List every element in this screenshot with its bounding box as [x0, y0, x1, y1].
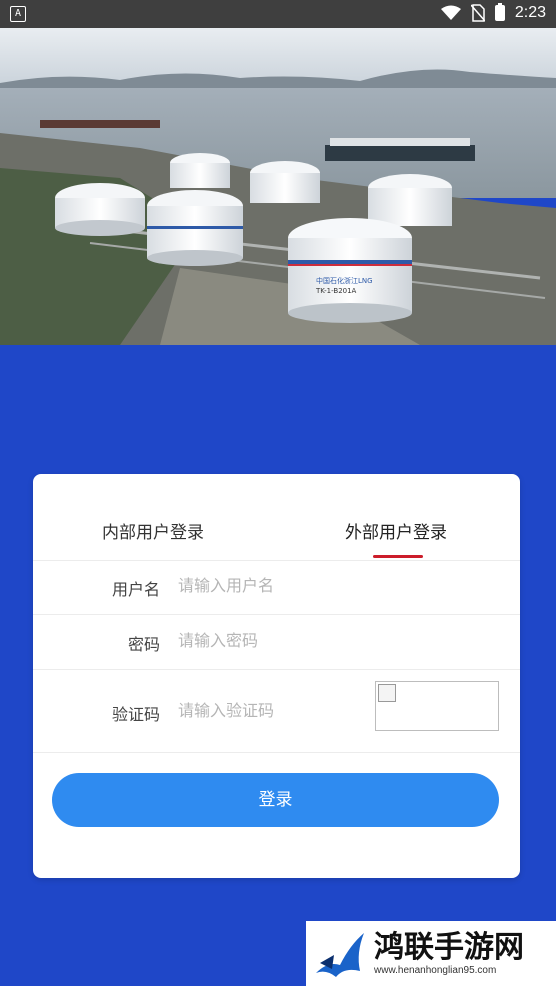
status-icons: 2:23 — [440, 3, 546, 22]
clock: 2:23 — [514, 4, 546, 21]
tank-id-label: TK-1-B201A — [315, 287, 357, 295]
captcha-label: 验证码 — [111, 705, 160, 724]
status-bar: A 2:23 — [0, 0, 556, 28]
login-tabs: 内部用户登录 外部用户登录 — [33, 474, 520, 560]
site-watermark: 鸿联手游网 www.henanhonglian95.com — [306, 921, 556, 986]
a-notification-icon: A — [10, 6, 26, 22]
tank-label: 中国石化浙江LNG — [316, 276, 373, 285]
tab-internal-user-login[interactable]: 内部用户登录 — [102, 518, 204, 543]
login-button[interactable]: 登录 — [52, 773, 499, 827]
watermark-url: www.henanhonglian95.com — [374, 965, 497, 976]
username-row: 用户名 — [33, 560, 520, 615]
username-label: 用户名 — [111, 580, 160, 599]
tab-external-user-login[interactable]: 外部用户登录 — [345, 518, 447, 543]
password-row: 密码 — [33, 614, 520, 670]
active-tab-indicator — [373, 555, 423, 558]
username-input[interactable] — [176, 575, 370, 596]
no-sim-icon — [470, 4, 485, 22]
lng-terminal-aerial-photo: 中国石化浙江LNG TK-1-B201A — [0, 28, 556, 345]
watermark-title: 鸿联手游网 — [374, 930, 524, 965]
battery-charging-icon — [494, 3, 505, 21]
hero-image: 中国石化浙江LNG TK-1-B201A — [0, 28, 556, 345]
captcha-image[interactable] — [375, 681, 499, 731]
password-label: 密码 — [127, 635, 160, 654]
bird-logo-icon — [310, 924, 368, 983]
login-card: 内部用户登录 外部用户登录 用户名 密码 验证码 登录 — [33, 474, 520, 878]
broken-image-icon — [378, 684, 396, 702]
wifi-icon — [440, 5, 461, 20]
password-input[interactable] — [176, 630, 370, 651]
captcha-input[interactable] — [176, 700, 360, 721]
